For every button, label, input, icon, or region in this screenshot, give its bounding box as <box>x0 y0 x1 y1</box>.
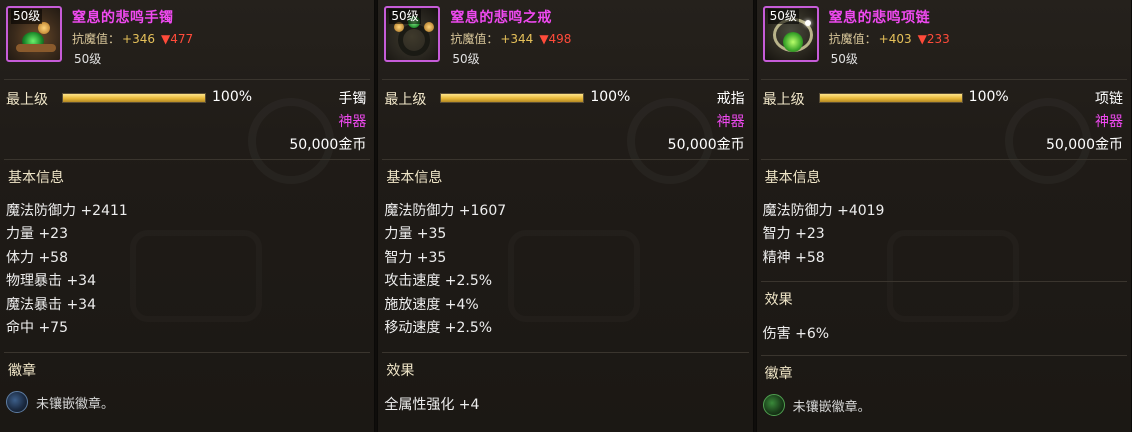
anti-magic-value: 抗魔值： +344 ▼498 <box>450 30 571 47</box>
grade-bar-fill <box>63 94 205 102</box>
item-rarity: 神器 <box>338 114 367 130</box>
stat-line: 魔法防御力 +2411 <box>6 203 128 219</box>
badge-slot-icon[interactable] <box>6 391 28 413</box>
stat-line: 施放速度 +4% <box>384 296 479 313</box>
item-header: 50级 窒息的悲鸣项链 抗魔值： +403 ▼233 50级 <box>761 4 1127 66</box>
stat-line: 魔法暴击 +34 <box>6 296 96 313</box>
divider <box>760 355 1127 356</box>
grade-bar-fill <box>819 94 962 102</box>
divider <box>382 159 749 160</box>
grade-bar-fill <box>441 94 584 102</box>
item-type: 手镯 <box>338 91 367 107</box>
item-name: 窒息的悲鸣项链 <box>828 10 931 26</box>
item-name: 窒息的悲鸣之戒 <box>450 10 552 26</box>
watermark-shape <box>130 230 262 322</box>
stats-list: 魔法防御力 +2411 力量 +23 体力 +58 物理暴击 +34 魔法暴击 … <box>6 200 128 340</box>
grade-bar <box>62 93 206 103</box>
stats-list: 魔法防御力 +1607 力量 +35 智力 +35 攻击速度 +2.5% 施放速… <box>384 200 506 340</box>
anti-magic-label: 抗魔值： <box>72 32 121 46</box>
effect-title: 效果 <box>764 292 793 308</box>
divider <box>382 352 749 353</box>
badge-slot-icon[interactable] <box>762 394 785 416</box>
stat-line: 力量 +35 <box>384 226 447 243</box>
divider <box>760 281 1127 282</box>
anti-magic-up: +344 <box>500 32 534 46</box>
grade-row: 最上级 100% 手镯 <box>6 88 366 108</box>
grade-row: 最上级 100% 戒指 <box>384 88 744 108</box>
divider <box>760 159 1127 160</box>
watermark-shape <box>508 230 640 322</box>
stat-line: 智力 +23 <box>762 226 825 243</box>
basic-info-title: 基本信息 <box>8 170 64 186</box>
stat-line: 力量 +23 <box>6 226 68 243</box>
tooltip-bracelet: 50级 窒息的悲鸣手镯 抗魔值： +346 ▼477 50级 最上级 100% 手镯… <box>0 0 376 432</box>
stat-line: 魔法防御力 +4019 <box>762 203 885 219</box>
level-tag: 50级 <box>11 9 43 24</box>
item-price: 50,000金币 <box>667 137 745 153</box>
bracelet-icon: 50级 <box>6 6 62 62</box>
stat-line: 移动速度 +2.5% <box>384 320 493 337</box>
divider <box>4 79 371 80</box>
item-price: 50,000金币 <box>289 137 367 153</box>
anti-magic-label: 抗魔值： <box>450 32 499 46</box>
item-tooltips: 50级 窒息的悲鸣手镯 抗魔值： +346 ▼477 50级 最上级 100% 手镯… <box>0 0 1132 432</box>
divider <box>382 79 749 80</box>
item-level: 50级 <box>830 52 858 66</box>
effect-text: 伤害 +6% <box>762 326 830 342</box>
tooltip-ring: 50级 窒息的悲鸣之戒 抗魔值： +344 ▼498 50级 最上级 100% 戒指… <box>377 0 754 432</box>
stat-line: 魔法防御力 +1607 <box>384 203 507 219</box>
anti-magic-label: 抗魔值： <box>828 32 877 46</box>
anti-magic-down: ▼233 <box>917 32 950 46</box>
anti-magic-value: 抗魔值： +403 ▼233 <box>829 30 950 47</box>
divider <box>4 352 371 353</box>
basic-info-title: 基本信息 <box>386 170 443 186</box>
stat-line: 命中 +75 <box>6 320 68 337</box>
tooltip-necklace: 50级 窒息的悲鸣项链 抗魔值： +403 ▼233 50级 最上级 100% 项链… <box>755 0 1132 432</box>
badge-title: 徽章 <box>8 363 36 379</box>
effect-text: 全属性强化 +4 <box>384 397 480 413</box>
item-type: 戒指 <box>716 91 745 107</box>
divider <box>760 79 1127 80</box>
anti-magic-up: +346 <box>122 32 155 46</box>
badge-status-text: 未镶嵌徽章。 <box>36 397 115 412</box>
anti-magic-down: ▼498 <box>539 32 572 46</box>
anti-magic-down: ▼477 <box>160 32 194 46</box>
stat-line: 物理暴击 +34 <box>6 273 96 290</box>
anti-magic-up: +403 <box>878 32 912 46</box>
badge-title: 徽章 <box>764 366 793 382</box>
item-rarity: 神器 <box>716 114 745 130</box>
item-level: 50级 <box>452 52 480 66</box>
item-type: 项链 <box>1094 91 1123 107</box>
stat-line: 智力 +35 <box>384 249 447 266</box>
grade-bar <box>440 93 585 103</box>
grade-percent: 100% <box>590 89 631 105</box>
effect-title: 效果 <box>386 363 415 379</box>
anti-magic-value: 抗魔值： +346 ▼477 <box>72 30 193 47</box>
necklace-icon: 50级 <box>762 6 819 62</box>
badge-status-text: 未镶嵌徽章。 <box>792 400 871 415</box>
divider <box>4 159 371 160</box>
item-level: 50级 <box>74 52 102 66</box>
grade-percent: 100% <box>968 89 1009 105</box>
basic-info-title: 基本信息 <box>764 170 821 186</box>
level-tag: 50级 <box>767 9 799 24</box>
item-price: 50,000金币 <box>1045 137 1123 153</box>
stat-line: 精神 +58 <box>762 249 825 266</box>
item-header: 50级 窒息的悲鸣之戒 抗魔值： +344 ▼498 50级 <box>382 4 748 66</box>
grade-row: 最上级 100% 项链 <box>763 88 1123 108</box>
stat-line: 攻击速度 +2.5% <box>384 273 493 290</box>
level-tag: 50级 <box>389 9 421 24</box>
item-header: 50级 窒息的悲鸣手镯 抗魔值： +346 ▼477 50级 <box>4 4 370 66</box>
grade-label: 最上级 <box>384 92 427 108</box>
item-name: 窒息的悲鸣手镯 <box>72 10 174 26</box>
grade-bar <box>818 93 963 103</box>
watermark-shape <box>887 230 1019 322</box>
ring-icon: 50级 <box>384 6 441 62</box>
item-rarity: 神器 <box>1094 114 1123 130</box>
stat-line: 体力 +58 <box>6 249 68 266</box>
grade-label: 最上级 <box>762 92 805 108</box>
grade-percent: 100% <box>212 89 253 105</box>
grade-label: 最上级 <box>6 92 48 108</box>
stats-list: 魔法防御力 +4019 智力 +23 精神 +58 <box>763 200 885 270</box>
